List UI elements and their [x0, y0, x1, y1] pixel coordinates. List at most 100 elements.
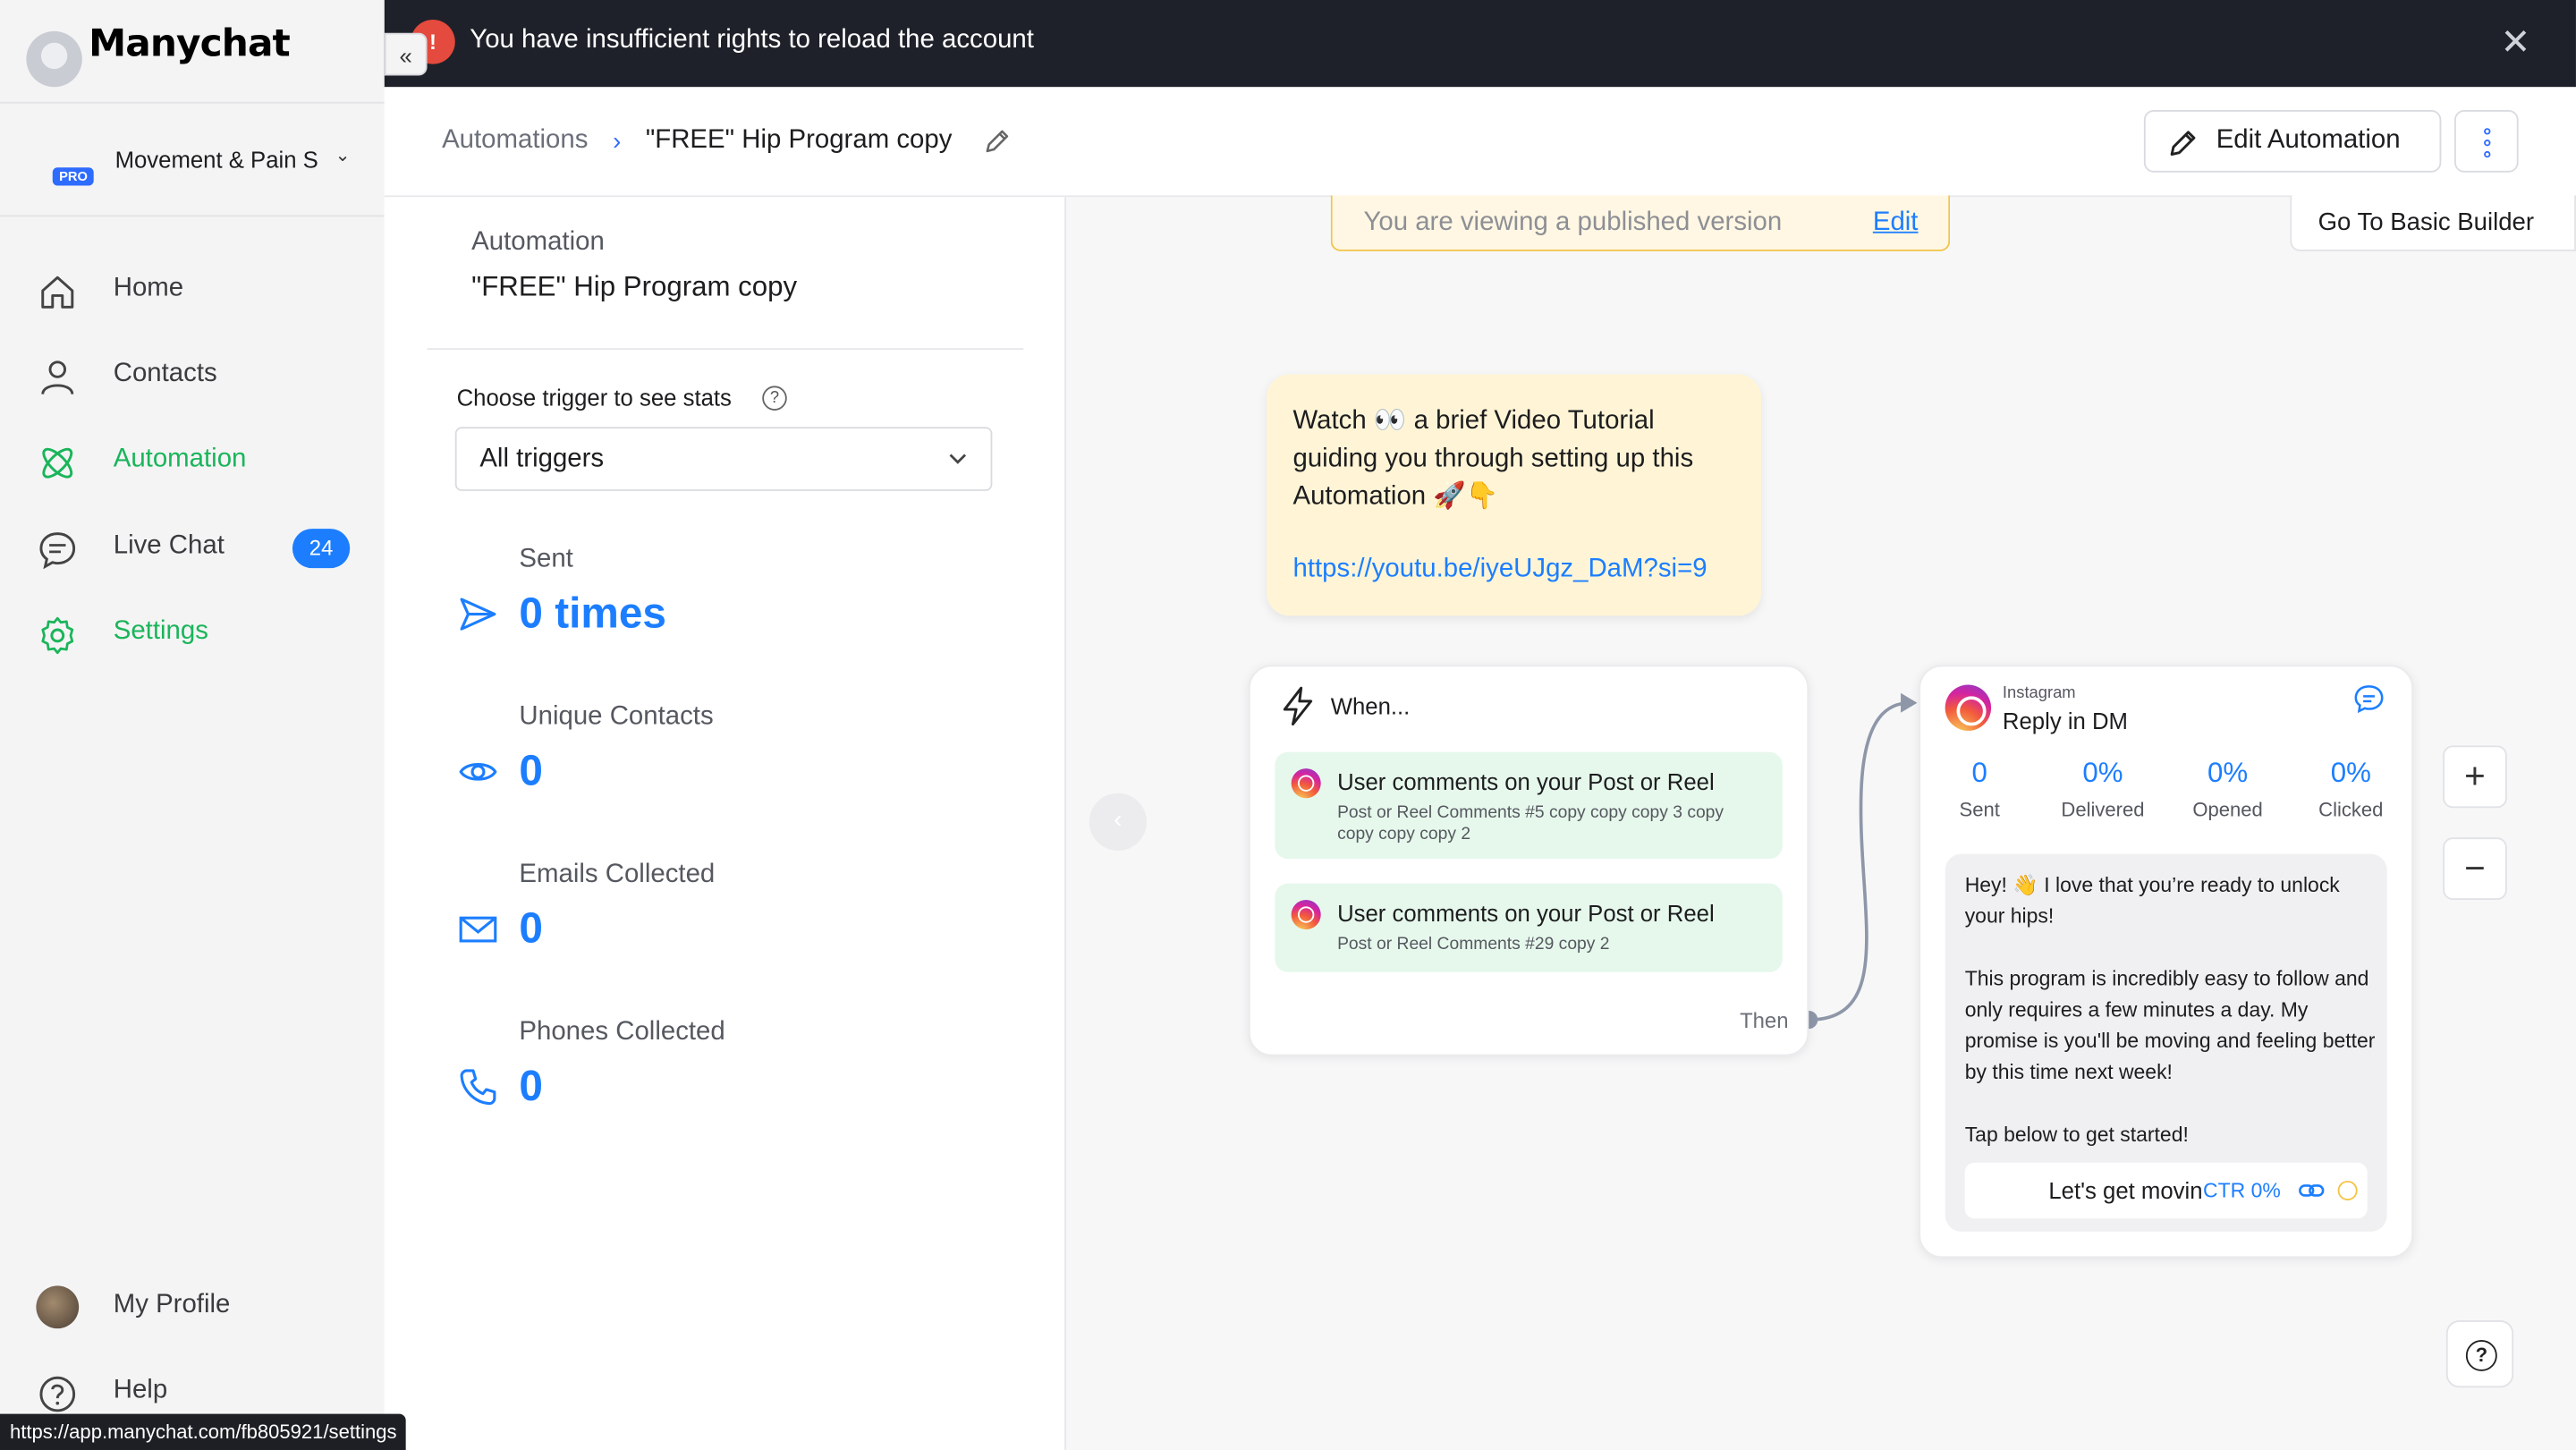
zoom-out-button[interactable]: −	[2443, 837, 2507, 901]
sidebar-item-label: Live Chat	[113, 531, 225, 561]
metric-delivered-value: 0%	[2082, 757, 2123, 789]
pro-badge: PRO	[52, 167, 95, 186]
collapse-sidebar-button[interactable]: «	[384, 32, 428, 76]
chevron-left-icon[interactable]: ‹	[1089, 793, 1148, 851]
status-circle-icon	[2337, 1180, 2358, 1200]
dm-platform: Instagram	[2002, 684, 2076, 703]
sidebar-item-home[interactable]: Home	[0, 258, 385, 323]
stat-emails-value: 0	[519, 903, 543, 953]
sidebar-item-label: Help	[113, 1376, 168, 1404]
edit-automation-label: Edit Automation	[2216, 126, 2401, 155]
chat-bubble-icon	[39, 532, 76, 570]
edit-automation-button[interactable]: Edit Automation	[2143, 109, 2442, 173]
note-link[interactable]: https://youtu.be/iyeUJgz_DaM?si=9	[1292, 555, 1707, 585]
sidebar-item-label: Home	[113, 274, 184, 302]
metric-opened-label: Opened	[2192, 798, 2263, 821]
metric-opened-value: 0%	[2207, 757, 2249, 789]
panel-title: "FREE" Hip Program copy	[471, 270, 798, 302]
metric-sent-label: Sent	[1959, 798, 2000, 821]
trigger-select[interactable]: All triggers	[454, 427, 993, 491]
envelope-icon	[459, 916, 497, 943]
more-options-button[interactable]	[2454, 109, 2519, 173]
trigger-select-value: All triggers	[479, 445, 605, 473]
divider	[427, 348, 1024, 351]
stat-emails-label: Emails Collected	[519, 860, 716, 889]
sidebar-item-settings[interactable]: Settings	[0, 601, 385, 666]
stat-phones-label: Phones Collected	[519, 1018, 725, 1047]
account-avatar[interactable]	[26, 30, 82, 88]
metric-clicked-value: 0%	[2330, 757, 2371, 789]
banner-message: You have insufficient rights to reload t…	[470, 26, 1034, 55]
breadcrumb-current: "FREE" Hip Program copy	[645, 126, 953, 155]
instagram-icon	[1291, 900, 1321, 930]
sidebar-item-label: Contacts	[113, 360, 217, 388]
tutorial-note[interactable]: Watch 👀 a brief Video Tutorial guiding y…	[1267, 374, 1761, 616]
sidebar-item-automation[interactable]: Automation	[0, 428, 385, 494]
stat-phones-value: 0	[519, 1060, 543, 1111]
breadcrumb-automations[interactable]: Automations	[442, 126, 588, 156]
account-name[interactable]: Movement & Pain S	[115, 146, 318, 172]
zoom-in-button[interactable]: +	[2443, 745, 2507, 809]
dm-cta-button[interactable]: Let's get moving CTR 0%	[1964, 1162, 2368, 1219]
cta-button-label: Let's get moving	[2048, 1177, 2204, 1204]
dm-message-bubble[interactable]: Hey! 👋 I love that you’re ready to unloc…	[1945, 853, 2387, 1232]
stat-sent-label: Sent	[519, 545, 573, 573]
note-text: Watch 👀 a brief Video Tutorial guiding y…	[1292, 407, 1694, 511]
dm-message-text: Hey! 👋 I love that you’re ready to unloc…	[1964, 873, 2376, 1147]
gear-icon	[41, 616, 74, 655]
sidebar-item-label: Automation	[113, 445, 247, 473]
help-icon[interactable]: ?	[762, 386, 787, 411]
sidebar-item-live-chat[interactable]: Live Chat 24	[0, 515, 385, 581]
dm-title: Reply in DM	[2002, 708, 2128, 734]
chevron-down-icon	[949, 454, 967, 464]
published-version-notice: You are viewing a published version Edit	[1330, 195, 1951, 251]
stat-sent-value: 0 times	[519, 588, 666, 638]
published-edit-link[interactable]: Edit	[1873, 208, 1919, 238]
stat-unique-contacts-label: Unique Contacts	[519, 702, 714, 731]
home-icon	[41, 276, 74, 309]
basic-builder-label: Go To Basic Builder	[2318, 208, 2535, 237]
stat-unique-contacts-value: 0	[519, 745, 543, 795]
status-url-tooltip: https://app.manychat.com/fb805921/settin…	[0, 1413, 407, 1450]
chevron-down-icon[interactable]: ⌄	[335, 145, 351, 165]
automation-icon	[42, 447, 73, 479]
trigger-title: User comments on your Post or Reel	[1337, 900, 1715, 927]
published-notice-text: You are viewing a published version	[1363, 208, 1783, 237]
instagram-icon	[1291, 768, 1321, 799]
metric-clicked-label: Clicked	[2318, 798, 2384, 821]
help-button[interactable]: ?	[2445, 1319, 2514, 1388]
metric-delivered-label: Delivered	[2061, 798, 2145, 821]
unread-count-badge: 24	[292, 529, 351, 569]
cta-ctr: CTR 0%	[2203, 1179, 2281, 1202]
then-label: Then	[1740, 1008, 1789, 1033]
help-circle-icon	[39, 1376, 76, 1412]
help-icon: ?	[2465, 1340, 2497, 1371]
go-to-basic-builder-button[interactable]: Go To Basic Builder	[2290, 195, 2576, 251]
panel-subtitle: Automation	[471, 228, 605, 257]
metric-sent-value: 0	[1971, 757, 1987, 789]
trigger-detail: Post or Reel Comments #29 copy 2	[1337, 934, 1610, 954]
pencil-icon	[2170, 131, 2196, 157]
trigger-item[interactable]: User comments on your Post or Reel Post …	[1275, 883, 1783, 972]
pencil-icon[interactable]	[982, 126, 1012, 156]
sidebar-item-label: My Profile	[113, 1290, 231, 1319]
trigger-select-label: Choose trigger to see stats	[456, 384, 732, 411]
sidebar-item-contacts[interactable]: Contacts	[0, 343, 385, 409]
sidebar: Manychat PRO Movement & Pain S ⌄ Home Co…	[0, 0, 385, 1450]
trigger-item[interactable]: User comments on your Post or Reel Post …	[1275, 751, 1783, 860]
phone-icon	[460, 1069, 496, 1106]
sidebar-item-label: Settings	[113, 617, 208, 646]
send-icon	[460, 598, 496, 631]
close-icon[interactable]: ✕	[2500, 21, 2530, 64]
person-icon	[41, 360, 74, 395]
lightning-icon	[1283, 686, 1313, 726]
manychat-logo[interactable]: Manychat	[89, 23, 291, 66]
trigger-node[interactable]	[1248, 665, 1809, 1056]
when-label: When...	[1330, 692, 1411, 720]
eye-icon	[459, 763, 497, 781]
trigger-title: User comments on your Post or Reel	[1337, 768, 1715, 795]
flow-connector	[1800, 692, 1918, 1030]
instagram-icon	[1945, 684, 1992, 731]
sidebar-item-my-profile[interactable]: My Profile	[0, 1275, 385, 1340]
trigger-detail: Post or Reel Comments #5 copy copy copy …	[1337, 802, 1724, 844]
